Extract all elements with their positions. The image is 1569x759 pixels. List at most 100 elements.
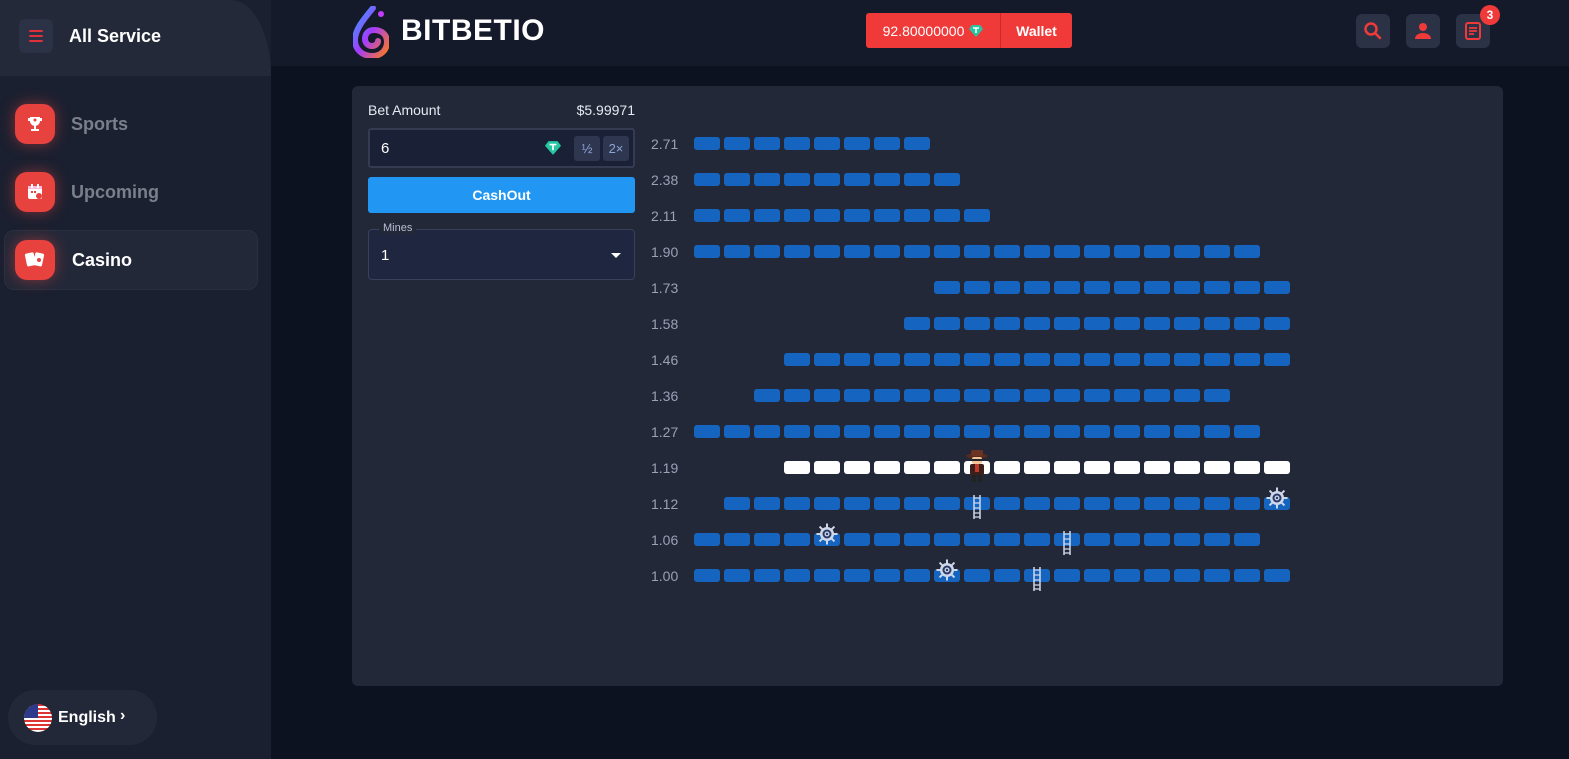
- tile[interactable]: [964, 209, 990, 222]
- tile[interactable]: [844, 137, 870, 150]
- tile[interactable]: [994, 533, 1020, 546]
- tile[interactable]: [1054, 353, 1080, 366]
- revealed-tile[interactable]: [1264, 461, 1290, 474]
- tile[interactable]: [1264, 353, 1290, 366]
- revealed-tile[interactable]: [1084, 461, 1110, 474]
- cashout-button[interactable]: CashOut: [368, 177, 635, 213]
- tile[interactable]: [1204, 425, 1230, 438]
- tile[interactable]: [994, 353, 1020, 366]
- tile[interactable]: [994, 569, 1020, 582]
- tile[interactable]: [1234, 317, 1260, 330]
- tile[interactable]: [1204, 533, 1230, 546]
- tile[interactable]: [1144, 497, 1170, 510]
- tile[interactable]: [784, 353, 810, 366]
- tile[interactable]: [1024, 389, 1050, 402]
- tile[interactable]: [1234, 425, 1260, 438]
- tile[interactable]: [1114, 353, 1140, 366]
- tile[interactable]: [904, 353, 930, 366]
- tile[interactable]: [1204, 497, 1230, 510]
- mines-select[interactable]: Mines 1: [368, 222, 635, 280]
- tile[interactable]: [784, 245, 810, 258]
- tile[interactable]: [814, 389, 840, 402]
- tile[interactable]: [1234, 281, 1260, 294]
- tile[interactable]: [1264, 281, 1290, 294]
- tile[interactable]: [694, 209, 720, 222]
- tile[interactable]: [1084, 245, 1110, 258]
- tile[interactable]: [754, 569, 780, 582]
- tile[interactable]: [814, 245, 840, 258]
- tile[interactable]: [1024, 245, 1050, 258]
- tile[interactable]: [1084, 353, 1110, 366]
- tile[interactable]: [844, 425, 870, 438]
- tile[interactable]: [1144, 245, 1170, 258]
- tile[interactable]: [814, 497, 840, 510]
- tile[interactable]: [1114, 317, 1140, 330]
- tile[interactable]: [754, 389, 780, 402]
- tile[interactable]: [904, 497, 930, 510]
- revealed-tile[interactable]: [1144, 461, 1170, 474]
- tile[interactable]: [904, 389, 930, 402]
- tile[interactable]: [934, 389, 960, 402]
- tile[interactable]: [1174, 425, 1200, 438]
- tile[interactable]: [1264, 569, 1290, 582]
- tile[interactable]: [964, 353, 990, 366]
- tile[interactable]: [1054, 497, 1080, 510]
- tile[interactable]: [1024, 533, 1050, 546]
- tile[interactable]: [874, 533, 900, 546]
- tile[interactable]: [1024, 353, 1050, 366]
- tile[interactable]: [694, 137, 720, 150]
- tile[interactable]: [754, 245, 780, 258]
- tile[interactable]: [904, 173, 930, 186]
- tile[interactable]: [874, 425, 900, 438]
- tile[interactable]: [844, 389, 870, 402]
- tile[interactable]: [844, 209, 870, 222]
- tile[interactable]: [1174, 281, 1200, 294]
- wallet-button[interactable]: Wallet: [1001, 13, 1072, 48]
- tile[interactable]: [904, 317, 930, 330]
- tile[interactable]: [904, 425, 930, 438]
- tile[interactable]: [724, 245, 750, 258]
- tile[interactable]: [1144, 317, 1170, 330]
- tile[interactable]: [1054, 569, 1080, 582]
- tile[interactable]: [1054, 317, 1080, 330]
- tile[interactable]: [1234, 569, 1260, 582]
- tile[interactable]: [934, 245, 960, 258]
- tile[interactable]: [1264, 317, 1290, 330]
- tile[interactable]: [754, 497, 780, 510]
- tile[interactable]: [814, 173, 840, 186]
- tile[interactable]: [1114, 569, 1140, 582]
- tile[interactable]: [1054, 281, 1080, 294]
- tile[interactable]: [934, 425, 960, 438]
- tile[interactable]: [904, 569, 930, 582]
- tile[interactable]: [1174, 353, 1200, 366]
- tile[interactable]: [844, 497, 870, 510]
- tile[interactable]: [934, 353, 960, 366]
- tile[interactable]: [1234, 533, 1260, 546]
- tile[interactable]: [844, 353, 870, 366]
- tile[interactable]: [1024, 281, 1050, 294]
- tile[interactable]: [874, 137, 900, 150]
- double-bet-button[interactable]: 2×: [603, 136, 629, 161]
- tile[interactable]: [934, 533, 960, 546]
- tile[interactable]: [784, 173, 810, 186]
- brand-logo-icon[interactable]: [353, 6, 389, 58]
- tile[interactable]: [1114, 497, 1140, 510]
- bet-amount-input[interactable]: 6 ½ 2×: [368, 128, 635, 168]
- tile[interactable]: [754, 533, 780, 546]
- tile[interactable]: [1024, 425, 1050, 438]
- tile[interactable]: [754, 173, 780, 186]
- revealed-tile[interactable]: [844, 461, 870, 474]
- tile[interactable]: [784, 209, 810, 222]
- tile[interactable]: [784, 497, 810, 510]
- revealed-tile[interactable]: [1054, 461, 1080, 474]
- tile[interactable]: [994, 281, 1020, 294]
- tile[interactable]: [904, 245, 930, 258]
- tile[interactable]: [1054, 425, 1080, 438]
- tile[interactable]: [1114, 389, 1140, 402]
- revealed-tile[interactable]: [784, 461, 810, 474]
- tile[interactable]: [784, 533, 810, 546]
- tile[interactable]: [784, 137, 810, 150]
- tile[interactable]: [1084, 425, 1110, 438]
- tile[interactable]: [874, 353, 900, 366]
- tile[interactable]: [994, 425, 1020, 438]
